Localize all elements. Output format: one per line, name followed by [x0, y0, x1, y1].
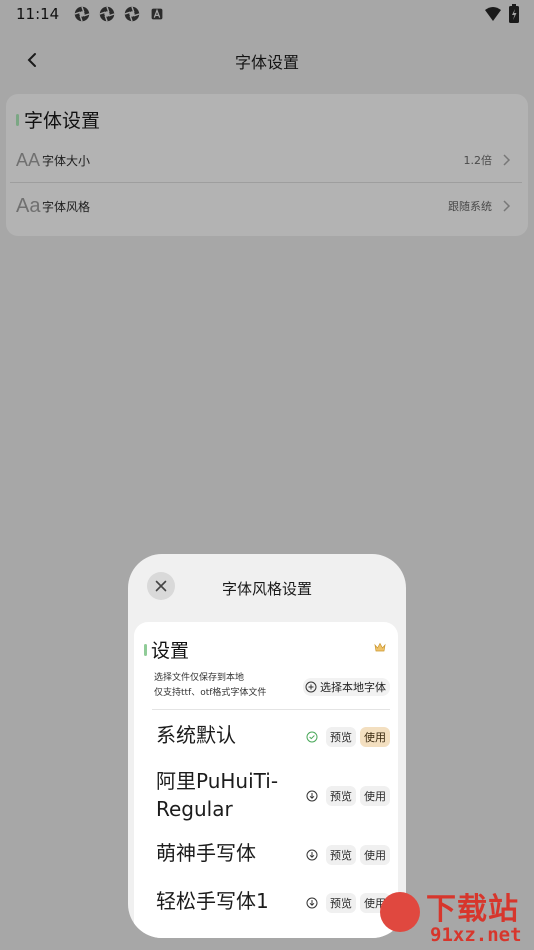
- status-time: 11:14: [16, 5, 60, 23]
- battery-icon: [509, 4, 519, 23]
- font-size-row[interactable]: AA 字体大小 1.2倍: [6, 138, 528, 182]
- font-settings-card: 字体设置 AA 字体大小 1.2倍 Aa 字体风格 跟随系统: [6, 94, 528, 236]
- font-style-row[interactable]: Aa 字体风格 跟随系统: [6, 184, 528, 228]
- plus-circle-icon: [305, 681, 317, 693]
- font-name: 系统默认: [156, 723, 236, 747]
- choose-local-font-button[interactable]: 选择本地字体: [303, 678, 390, 696]
- font-item-alibaba-puhuiti[interactable]: 阿里PuHuiTi-Regular 预览 使用: [134, 765, 398, 823]
- watermark-logo: 下载站 91xz.net: [380, 880, 534, 950]
- aperture-icon: [74, 6, 90, 22]
- divider: [152, 709, 390, 710]
- font-name: 阿里PuHuiTi-Regular: [156, 769, 279, 821]
- font-actions: 预览 使用: [306, 845, 390, 865]
- use-button[interactable]: 使用: [360, 786, 390, 806]
- chevron-right-icon: [503, 154, 511, 166]
- accent-bar: [16, 113, 19, 126]
- font-name: 萌神手写体: [156, 841, 256, 865]
- card-title: 字体设置: [24, 110, 101, 132]
- crown-icon: [374, 642, 386, 652]
- font-actions: 预览 使用: [306, 893, 390, 913]
- wifi-icon: [485, 7, 501, 21]
- section-title: 设置: [151, 640, 190, 662]
- aperture-icon: [124, 6, 140, 22]
- font-a-icon: [151, 8, 163, 20]
- download-circle-icon: [306, 849, 318, 861]
- preview-button[interactable]: 预览: [326, 893, 356, 913]
- note-format-support: 仅支持ttf、otf格式字体文件: [154, 688, 267, 698]
- check-circle-icon: [306, 731, 318, 743]
- font-actions: 预览 使用: [306, 727, 390, 747]
- preview-button[interactable]: 预览: [326, 727, 356, 747]
- font-name: 轻松手写体1: [156, 889, 269, 913]
- preview-button[interactable]: 预览: [326, 786, 356, 806]
- download-circle-icon: [306, 897, 318, 909]
- download-circle-icon: [306, 790, 318, 802]
- chevron-right-icon: [503, 200, 511, 212]
- font-item-mengshen[interactable]: 萌神手写体 预览 使用: [134, 837, 398, 877]
- font-item-system-default[interactable]: 系统默认 预览 使用: [134, 719, 398, 759]
- section-header: 设置: [144, 636, 189, 663]
- watermark-mark: [380, 892, 420, 932]
- aperture-icon: [99, 6, 115, 22]
- note-local-save: 选择文件仅保存到本地: [154, 673, 245, 683]
- accent-bar: [144, 643, 147, 656]
- font-item-qingsong[interactable]: 轻松手写体1 预览 使用: [134, 885, 398, 925]
- font-size-value: 1.2倍: [463, 154, 493, 167]
- watermark-bottom-text: 91xz.net: [430, 924, 522, 946]
- font-style-label: 字体风格: [42, 199, 91, 214]
- preview-button[interactable]: 预览: [326, 845, 356, 865]
- font-style-icon: Aa: [16, 194, 41, 217]
- font-style-sheet: 字体风格设置 设置 选择文件仅保存到本地 仅支持ttf、otf格式字体文件 选择…: [128, 554, 406, 938]
- status-right-icons: [484, 4, 520, 24]
- page-title: 字体设置: [234, 53, 299, 72]
- divider: [10, 182, 522, 183]
- status-bar: 11:14: [0, 0, 534, 28]
- watermark-top-text: 下载站: [426, 892, 519, 927]
- font-size-label: 字体大小: [42, 153, 91, 168]
- font-list-card: 设置 选择文件仅保存到本地 仅支持ttf、otf格式字体文件 选择本地字体 系统…: [134, 622, 398, 938]
- choose-local-font-label: 选择本地字体: [320, 681, 386, 694]
- use-button[interactable]: 使用: [360, 845, 390, 865]
- status-notification-icons: [73, 5, 166, 23]
- font-size-icon: AA: [16, 149, 41, 170]
- app-bar: 字体设置: [0, 38, 534, 80]
- use-button[interactable]: 使用: [360, 727, 390, 747]
- sheet-title: 字体风格设置: [221, 580, 312, 598]
- font-actions: 预览 使用: [306, 786, 390, 806]
- card-header: 字体设置: [16, 106, 100, 133]
- font-style-value: 跟随系统: [448, 200, 492, 213]
